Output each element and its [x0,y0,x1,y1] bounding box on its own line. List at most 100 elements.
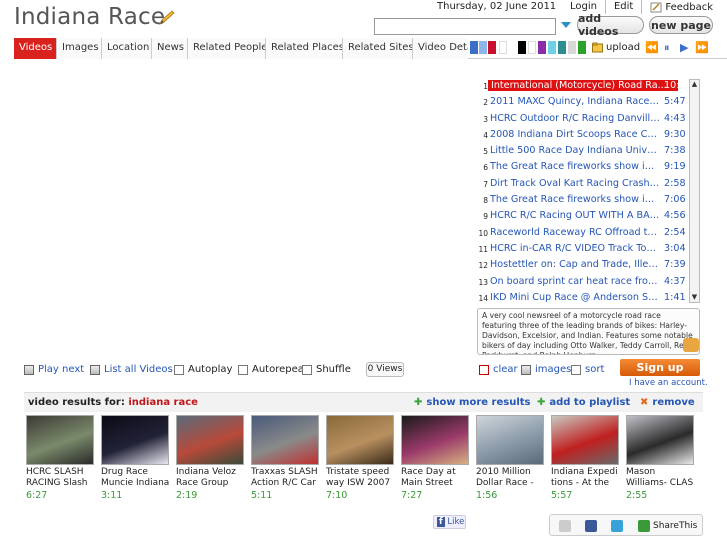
playlist-item-title[interactable]: HCRC R/C Racing OUT WITH A BANG... [490,210,660,221]
thumbnail-image[interactable] [401,415,469,465]
have-account-link[interactable]: I have an account. [629,378,708,388]
playlist-item[interactable]: 6 The Great Race fireworks show in (... 9:… [476,160,688,176]
playlist-item[interactable]: 8 The Great Race fireworks show in (... 7:… [476,193,688,209]
tab-news[interactable]: News [151,38,187,59]
playlist-item-title[interactable]: Raceworld Raceway RC Offroad tra... [490,227,660,238]
playlist-item-title[interactable]: 2011 MAXC Quincy, Indiana Race R... [490,96,660,107]
video-player[interactable] [14,70,469,355]
color-swatch[interactable] [558,41,566,54]
edit-pencil-icon[interactable] [158,10,176,26]
playlist-item[interactable]: 4 2008 Indiana Dirt Scoops Race Cau... 9:3… [476,128,688,144]
result-thumbnail[interactable]: Mason Williams- CLAS 2:55 [626,415,698,501]
scroll-down-icon[interactable]: ▼ [691,293,698,302]
color-swatch[interactable] [518,41,526,54]
thumbnail-title[interactable]: Mason Williams- CLAS [626,467,698,488]
sort-control[interactable]: sort [571,364,604,375]
thumbnail-title[interactable]: HCRC SLASH RACING Slash [26,467,98,488]
thumbnail-image[interactable] [176,415,244,465]
playlist-item-title[interactable]: Hostettler on: Cap and Trade, Illeg... [490,259,660,270]
color-swatch[interactable] [470,41,478,54]
autoplay-box[interactable] [174,364,184,375]
play-next-control[interactable]: Play next [24,364,84,375]
shuffle-box[interactable] [302,364,312,375]
thumbnail-image[interactable] [476,415,544,465]
thumbnail-title[interactable]: Drug Race Muncie Indiana [101,467,173,488]
autorepeat-box[interactable] [238,364,248,375]
thumbnail-image[interactable] [26,415,94,465]
thumbnail-title[interactable]: Indiana Expedi tions - At the [551,467,623,488]
playlist-item[interactable]: 7 Dirt Track Oval Kart Racing Crash - ...… [476,177,688,193]
result-thumbnail[interactable]: Traxxas SLASH Action R/C Car 5:11 [251,415,323,501]
playlist-item-title[interactable]: Dirt Track Oval Kart Racing Crash - ... [490,178,660,189]
result-thumbnail[interactable]: HCRC SLASH RACING Slash 6:27 [26,415,98,501]
thumbnail-title[interactable]: 2010 Million Dollar Race - [476,467,548,488]
feedback-link[interactable]: Feedback [641,0,721,14]
twitter-share-icon[interactable] [611,520,623,532]
playlist-item[interactable]: 5 Little 500 Race Day Indiana Univer... 7:… [476,144,688,160]
color-swatch[interactable] [578,41,586,54]
search-input[interactable] [374,18,556,35]
playlist-item-title[interactable]: HCRC in-CAR R/C VIDEO Track Tour! ... [490,243,660,254]
result-thumbnail[interactable]: Drug Race Muncie Indiana 3:11 [101,415,173,501]
playlist-item[interactable]: 14 IKD Mini Cup Race @ Anderson Spe... 1:4… [476,291,688,307]
thumbnail-title[interactable]: Race Day at Main Street [401,467,473,488]
pause-icon[interactable]: ⏸ [664,42,676,54]
playlist-item-title[interactable]: HCRC Outdoor R/C Racing Danville I... [490,113,660,124]
list-all-videos-control[interactable]: List all Videos [90,364,173,375]
playlist-item[interactable]: 1 International (Motorcycle) Road Ra... 10… [476,79,692,95]
thumbnail-image[interactable] [551,415,619,465]
add-videos-button[interactable]: add videos [577,12,644,38]
thumbnail-title[interactable]: Traxxas SLASH Action R/C Car [251,467,323,488]
playlist-item-title[interactable]: Little 500 Race Day Indiana Univer... [490,145,660,156]
images-control[interactable]: images [521,364,571,375]
color-swatch[interactable] [528,41,536,54]
tab-videos[interactable]: Videos [14,38,56,59]
playlist-scrollbar[interactable]: ▲ ▼ [689,79,700,303]
expand-description-icon[interactable] [683,338,699,352]
playlist-item[interactable]: 11 HCRC in-CAR R/C VIDEO Track Tour! ... 3… [476,242,688,258]
add-to-playlist-button[interactable]: ✚ add to playlist [537,397,630,408]
tab-related-places[interactable]: Related Places [265,38,342,59]
color-swatch[interactable] [538,41,546,54]
result-thumbnail[interactable]: Tristate speed way ISW 2007 7:10 [326,415,398,501]
playlist-item[interactable]: 10 Raceworld Raceway RC Offroad tra... 2:5… [476,226,688,242]
autoplay-checkbox[interactable]: Autoplay [174,364,232,375]
email-share-icon[interactable] [559,520,571,532]
playlist-item[interactable]: 2 2011 MAXC Quincy, Indiana Race R... 5:47 [476,95,688,111]
facebook-like-button[interactable]: f Like [433,515,466,529]
result-thumbnail[interactable]: 2010 Million Dollar Race - 1:56 [476,415,548,501]
thumbnail-image[interactable] [326,415,394,465]
facebook-share-icon[interactable] [585,520,597,532]
thumbnail-title[interactable]: Tristate speed way ISW 2007 [326,467,398,488]
thumbnail-title[interactable]: Indiana Veloz Race Group [176,467,248,488]
rewind-icon[interactable]: ⏪ [645,42,659,54]
playlist-item-title[interactable]: IKD Mini Cup Race @ Anderson Spe... [490,292,660,303]
tab-related-sites[interactable]: Related Sites [342,38,412,59]
tab-related-people[interactable]: Related People [187,38,265,59]
playlist-item[interactable]: 9 HCRC R/C Racing OUT WITH A BANG... 4:56 [476,209,688,225]
tab-images[interactable]: Images [56,38,101,59]
playlist-item-title[interactable]: The Great Race fireworks show in (... [490,161,660,172]
color-swatch[interactable] [499,41,507,54]
upload-button[interactable]: upload [592,42,640,53]
result-thumbnail[interactable]: Indiana Expedi tions - At the 5:57 [551,415,623,501]
clear-control[interactable]: clear [479,364,518,375]
playlist-item[interactable]: 12 Hostettler on: Cap and Trade, Illeg...… [476,258,688,274]
playlist-item-title[interactable]: 2008 Indiana Dirt Scoops Race Cau... [490,129,660,140]
playlist-item-title[interactable]: International (Motorcycle) Road Ra... [488,80,678,91]
show-more-results-button[interactable]: ✚ show more results [414,397,530,408]
signup-button[interactable]: Sign up [620,359,700,376]
scroll-up-icon[interactable]: ▲ [691,80,698,89]
sharethis-button[interactable]: ShareThis [638,520,697,532]
playlist-item-title[interactable]: The Great Race fireworks show in (... [490,194,660,205]
color-swatch[interactable] [568,41,576,54]
color-swatch[interactable] [548,41,556,54]
thumbnail-image[interactable] [251,415,319,465]
thumbnail-image[interactable] [626,415,694,465]
result-thumbnail[interactable]: Race Day at Main Street 7:27 [401,415,473,501]
autorepeat-checkbox[interactable]: Autorepeat [238,364,308,375]
play-icon[interactable]: ▶ [680,42,692,54]
playlist-item[interactable]: 13 On board sprint car heat race fron... 4… [476,275,688,291]
color-swatch[interactable] [488,41,496,54]
shuffle-checkbox[interactable]: Shuffle [302,364,351,375]
